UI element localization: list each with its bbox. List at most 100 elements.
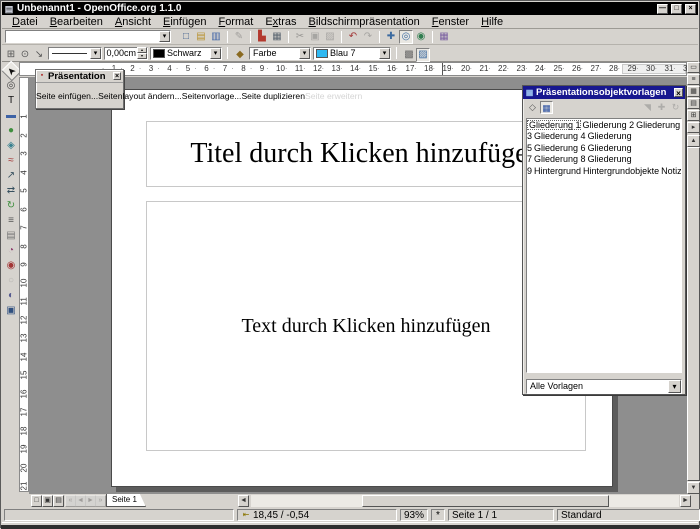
curve-tool-icon[interactable]: ≈ bbox=[4, 154, 19, 168]
rotate-tool-icon[interactable]: ↻ bbox=[4, 199, 19, 213]
shadow-icon[interactable]: ▩ bbox=[402, 48, 416, 62]
menu-einfgen[interactable]: Einfügen bbox=[157, 16, 212, 28]
line-color-combobox[interactable]: Schwarz ▾ bbox=[150, 47, 222, 60]
text-tool-icon[interactable]: T bbox=[4, 94, 19, 108]
arrange-tool-icon[interactable]: ▤ bbox=[4, 229, 19, 243]
style-item[interactable]: Gliederung 1 bbox=[527, 120, 581, 130]
style-filter-combobox[interactable]: Alle Vorlagen ▾ bbox=[526, 379, 682, 394]
slideshow-view-icon[interactable]: ▸ bbox=[687, 122, 700, 133]
presentation-styles-icon[interactable]: ▦ bbox=[540, 101, 553, 114]
presentation-palette-titlebar[interactable]: ▪ Präsentation × bbox=[36, 70, 123, 83]
close-button[interactable]: × bbox=[685, 4, 696, 14]
style-item[interactable]: Hintergrundobjekte bbox=[581, 166, 659, 176]
statusbar-page-field[interactable]: Seite 1 / 1 bbox=[448, 509, 554, 521]
style-item[interactable]: Gliederung 2 bbox=[581, 120, 635, 130]
horizontal-scrollbar-thumb[interactable] bbox=[362, 495, 609, 507]
palette-item[interactable]: Seitenlayout ändern... bbox=[98, 91, 182, 101]
slideshow-tool-icon[interactable]: ▣ bbox=[4, 304, 19, 318]
undo-icon[interactable]: ↶ bbox=[346, 30, 360, 44]
print-icon[interactable]: ▦ bbox=[270, 30, 284, 44]
master-mode-icon[interactable]: ▣ bbox=[42, 495, 53, 507]
outline-view-icon[interactable]: ≡ bbox=[687, 74, 700, 85]
vertical-ruler[interactable]: 123456789101112131415161718192021 bbox=[19, 77, 29, 492]
scroll-right-icon[interactable]: ► bbox=[680, 495, 691, 507]
url-input[interactable] bbox=[6, 32, 159, 42]
minimize-button[interactable]: — bbox=[657, 4, 668, 14]
dropdown-arrow-icon[interactable]: ▾ bbox=[299, 48, 310, 59]
rectangle-tool-icon[interactable]: ▬ bbox=[4, 109, 19, 123]
menu-bearbeiten[interactable]: Bearbeiten bbox=[44, 16, 109, 28]
page-tab[interactable]: Seite 1 bbox=[106, 494, 146, 507]
palette-item[interactable]: Seite einfügen... bbox=[36, 91, 98, 101]
3d-objects-tool-icon[interactable]: ◈ bbox=[4, 139, 19, 153]
connector-tool-icon[interactable]: ⇄ bbox=[4, 184, 19, 198]
palette-item[interactable]: Seitenvorlage... bbox=[182, 91, 242, 101]
edit-file-icon[interactable]: ✎ bbox=[232, 30, 246, 44]
update-style-icon[interactable]: ↻ bbox=[669, 101, 682, 114]
url-combobox[interactable]: ▾ bbox=[5, 30, 171, 43]
dropdown-arrow-icon[interactable]: ▾ bbox=[90, 48, 101, 59]
ellipse-tool-icon[interactable]: ● bbox=[4, 124, 19, 138]
style-item[interactable]: Gliederung 8 bbox=[532, 154, 586, 164]
area-style-icon[interactable]: ◆ bbox=[233, 48, 247, 62]
fontwork-icon[interactable]: ▨ bbox=[416, 48, 430, 62]
fill-type-combobox[interactable]: Farbe ▾ bbox=[249, 47, 311, 60]
3d-controller-tool-icon[interactable]: ◐ bbox=[4, 289, 19, 303]
gallery-icon[interactable]: ▦ bbox=[437, 30, 451, 44]
new-style-icon[interactable]: ✚ bbox=[655, 101, 668, 114]
spin-down-icon[interactable]: ▾ bbox=[137, 53, 147, 59]
hyperlink-icon[interactable]: ◉ bbox=[414, 30, 428, 44]
dropdown-arrow-icon[interactable]: ▾ bbox=[210, 48, 221, 59]
menu-datei[interactable]: Datei bbox=[6, 16, 44, 28]
statusbar-template-field[interactable]: Standard bbox=[557, 509, 700, 521]
stylist-titlebar[interactable]: ▦ Präsentationsobjektvorlagen × bbox=[523, 86, 685, 99]
statusbar-position-field[interactable]: ⇤ 18,45 / -0,54 bbox=[237, 509, 397, 521]
layer-mode-icon[interactable]: ▤ bbox=[53, 495, 64, 507]
style-item[interactable]: Notizen bbox=[659, 166, 682, 176]
paste-icon[interactable]: ▨ bbox=[323, 30, 337, 44]
menu-extras[interactable]: Extras bbox=[259, 16, 302, 28]
new-document-icon[interactable]: □ bbox=[179, 30, 193, 44]
body-placeholder[interactable]: Text durch Klicken hinzufügen bbox=[146, 201, 586, 451]
close-button[interactable]: × bbox=[113, 72, 121, 80]
menu-hilfe[interactable]: Hilfe bbox=[475, 16, 509, 28]
horizontal-scrollbar[interactable] bbox=[251, 495, 679, 507]
interaction-tool-icon[interactable]: ◉ bbox=[4, 259, 19, 273]
fill-color-combobox[interactable]: Blau 7 ▾ bbox=[313, 47, 391, 60]
slides-view-icon[interactable]: ▦ bbox=[687, 86, 700, 97]
dropdown-arrow-icon[interactable]: ▾ bbox=[379, 48, 390, 59]
copy-icon[interactable]: ▣ bbox=[308, 30, 322, 44]
palette-item[interactable]: Seite duplizieren bbox=[241, 91, 305, 101]
handout-view-icon[interactable]: ⊞ bbox=[687, 110, 700, 121]
open-icon[interactable]: ▤ bbox=[194, 30, 208, 44]
navigator-icon[interactable]: ✚ bbox=[384, 30, 398, 44]
maximize-button[interactable]: □ bbox=[671, 4, 682, 14]
export-pdf-icon[interactable]: ▙ bbox=[255, 30, 269, 44]
line-width-stepper[interactable]: 0,00cm ▴ ▾ bbox=[104, 47, 148, 60]
vertical-scrollbar[interactable]: ▲ ▼ bbox=[687, 135, 700, 494]
alignment-tool-icon[interactable]: ≡ bbox=[4, 214, 19, 228]
title-placeholder[interactable]: Titel durch Klicken hinzufügen bbox=[146, 121, 586, 187]
style-item[interactable]: Gliederung 6 bbox=[532, 143, 586, 153]
dropdown-arrow-icon[interactable]: ▾ bbox=[159, 31, 170, 42]
graphic-styles-icon[interactable]: ◇ bbox=[526, 101, 539, 114]
menu-ansicht[interactable]: Ansicht bbox=[109, 16, 157, 28]
notes-view-icon[interactable]: ▤ bbox=[687, 98, 700, 109]
scroll-down-icon[interactable]: ▼ bbox=[687, 482, 700, 494]
style-item[interactable]: Hintergrund bbox=[532, 166, 581, 176]
zoom-icon[interactable]: ◎ bbox=[399, 30, 413, 44]
scroll-left-icon[interactable]: ◄ bbox=[238, 495, 249, 507]
dropdown-arrow-icon[interactable]: ▾ bbox=[668, 380, 681, 393]
titlebar[interactable]: ▤ Unbenannt1 - OpenOffice.org 1.1.0 — □ … bbox=[2, 2, 698, 15]
animation-tool-icon[interactable]: ○ bbox=[4, 274, 19, 288]
scroll-up-icon[interactable]: ▲ bbox=[687, 135, 700, 147]
redo-icon[interactable]: ↷ bbox=[361, 30, 375, 44]
fill-format-icon[interactable]: ◥ bbox=[641, 101, 654, 114]
glue-points-icon[interactable]: ⊙ bbox=[18, 48, 32, 62]
cut-icon[interactable]: ✂ bbox=[293, 30, 307, 44]
line-style-combobox[interactable]: ▾ bbox=[48, 47, 102, 60]
style-item[interactable]: Gliederung 4 bbox=[532, 131, 586, 141]
page-mode-icon[interactable]: □ bbox=[31, 495, 42, 507]
effects-tool-icon[interactable]: ◔ bbox=[4, 244, 19, 258]
statusbar-zoom-field[interactable]: 93% bbox=[400, 509, 428, 521]
